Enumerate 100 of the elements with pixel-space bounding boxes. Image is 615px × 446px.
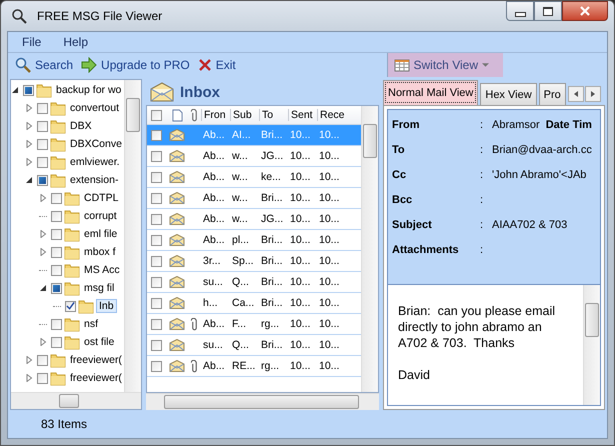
- folder-label[interactable]: ost file: [82, 336, 116, 348]
- checkbox[interactable]: [51, 318, 62, 330]
- collapse-triangle-icon[interactable]: [25, 176, 33, 184]
- expand-triangle-icon[interactable]: [25, 104, 33, 112]
- scrollbar[interactable]: [124, 80, 141, 392]
- checkbox[interactable]: [151, 172, 162, 182]
- expand-triangle-icon[interactable]: [25, 356, 33, 364]
- folder-label[interactable]: msg fil: [82, 282, 116, 294]
- scrollbar[interactable]: [11, 392, 141, 409]
- checkbox[interactable]: [37, 156, 48, 168]
- checkbox[interactable]: [37, 372, 48, 384]
- checkbox[interactable]: [151, 360, 162, 372]
- checkbox[interactable]: [37, 102, 48, 114]
- message-row[interactable]: su... Q... Bri... 10... 10...: [147, 335, 361, 356]
- message-row[interactable]: su... Q... Bri... 10... 10...: [147, 272, 361, 293]
- scroll-right-button[interactable]: [584, 86, 601, 102]
- column-header[interactable]: To: [259, 109, 288, 121]
- scrollbar[interactable]: [361, 106, 378, 392]
- message-row[interactable]: 3r... Sp... Bri... 10... 10...: [147, 251, 361, 272]
- checkbox[interactable]: [65, 300, 76, 312]
- collapse-triangle-icon[interactable]: [11, 86, 19, 94]
- scrollbar[interactable]: [583, 285, 600, 405]
- checkbox[interactable]: [37, 354, 48, 366]
- expand-triangle-icon[interactable]: [25, 158, 33, 166]
- folder-label[interactable]: convertout: [68, 102, 122, 114]
- checkbox[interactable]: [151, 214, 162, 224]
- expand-triangle-icon[interactable]: [25, 122, 33, 130]
- folder-label[interactable]: DBXConve: [68, 138, 124, 150]
- folder-label[interactable]: emlviewer.: [68, 156, 122, 168]
- exit-button[interactable]: Exit: [194, 53, 240, 77]
- checkbox[interactable]: [151, 318, 162, 330]
- menu-item[interactable]: File: [22, 35, 42, 49]
- view-tab[interactable]: Normal Mail View: [383, 80, 478, 105]
- message-row[interactable]: Ab... pl... Bri... 10... 10...: [147, 230, 361, 251]
- checkbox[interactable]: [51, 246, 62, 258]
- message-row[interactable]: h... Ca... Bri... 10... 10...: [147, 293, 361, 314]
- close-button[interactable]: [562, 1, 608, 21]
- checkbox[interactable]: [51, 282, 62, 294]
- arrow-right-icon: [81, 57, 98, 73]
- folder-label[interactable]: freeviewer(: [68, 354, 124, 366]
- message-row[interactable]: Ab... w... Bri... 10... 10...: [147, 188, 361, 209]
- folder-label[interactable]: mbox f: [82, 246, 118, 258]
- message-row[interactable]: Ab... RE... rg... 10... 10...: [147, 356, 361, 377]
- folder-label[interactable]: Inb: [96, 299, 117, 313]
- checkbox[interactable]: [151, 256, 162, 266]
- switch-button[interactable]: Switch View: [386, 53, 503, 77]
- checkbox[interactable]: [151, 298, 162, 308]
- checkbox[interactable]: [51, 192, 62, 204]
- search-button[interactable]: Search: [11, 53, 78, 77]
- checkbox[interactable]: [151, 340, 162, 350]
- upgrade-button[interactable]: Upgrade to PRO: [77, 53, 194, 77]
- column-header[interactable]: Sent: [288, 109, 317, 121]
- checkbox[interactable]: [151, 110, 162, 120]
- search-icon: [11, 8, 27, 24]
- menu-item[interactable]: Help: [63, 35, 88, 49]
- checkbox[interactable]: [151, 150, 162, 162]
- checkbox[interactable]: [51, 264, 62, 276]
- folder-label[interactable]: extension-: [68, 174, 120, 186]
- expand-triangle-icon[interactable]: [25, 140, 33, 148]
- folder-label[interactable]: CDTPL: [82, 192, 120, 204]
- checkbox[interactable]: [51, 336, 62, 348]
- folder-label[interactable]: nsf: [82, 318, 100, 330]
- checkbox[interactable]: [151, 276, 162, 288]
- checkbox[interactable]: [151, 130, 162, 140]
- maximize-button[interactable]: [534, 1, 562, 21]
- table-cell-text: 10...: [318, 150, 340, 162]
- checkbox[interactable]: [23, 84, 34, 96]
- expand-triangle-icon[interactable]: [39, 194, 47, 202]
- column-header[interactable]: Rece: [317, 109, 346, 121]
- folder-label[interactable]: corrupt: [82, 210, 119, 222]
- folder-label[interactable]: eml file: [82, 228, 120, 240]
- table-cell-text: 10...: [318, 255, 340, 267]
- minimize-button[interactable]: [506, 1, 534, 21]
- expand-triangle-icon[interactable]: [25, 374, 33, 382]
- message-row[interactable]: Ab... w... JG... 10... 10...: [147, 209, 361, 230]
- message-row[interactable]: Ab... F... rg... 10... 10...: [147, 314, 361, 335]
- folder-label[interactable]: freeviewer(: [68, 372, 124, 384]
- checkbox[interactable]: [151, 234, 162, 246]
- expand-triangle-icon[interactable]: [39, 338, 47, 346]
- folder-label[interactable]: DBX: [68, 120, 94, 132]
- view-tab[interactable]: Hex View: [480, 83, 537, 105]
- checkbox[interactable]: [37, 138, 48, 150]
- folder-label[interactable]: MS Acc: [82, 264, 122, 276]
- checkbox[interactable]: [51, 228, 62, 240]
- expand-triangle-icon[interactable]: [39, 230, 47, 238]
- folder-label[interactable]: backup for wo: [54, 84, 124, 96]
- checkbox[interactable]: [37, 174, 48, 186]
- scroll-left-button[interactable]: [568, 86, 584, 102]
- scrollbar[interactable]: [146, 393, 379, 410]
- message-row[interactable]: Ab... w... JG... 10... 10...: [147, 146, 361, 167]
- checkbox[interactable]: [51, 210, 62, 222]
- view-tab[interactable]: Pro: [538, 83, 566, 105]
- checkbox[interactable]: [151, 192, 162, 204]
- column-header[interactable]: Sub: [230, 109, 259, 121]
- checkbox[interactable]: [37, 120, 48, 132]
- column-header[interactable]: Fron: [201, 109, 230, 121]
- collapse-triangle-icon[interactable]: [39, 284, 47, 292]
- field-value: Brian@dvaa-arch.cc: [492, 144, 592, 156]
- expand-triangle-icon[interactable]: [39, 248, 47, 256]
- message-row[interactable]: Ab... w... ke... 10... 10...: [147, 167, 361, 188]
